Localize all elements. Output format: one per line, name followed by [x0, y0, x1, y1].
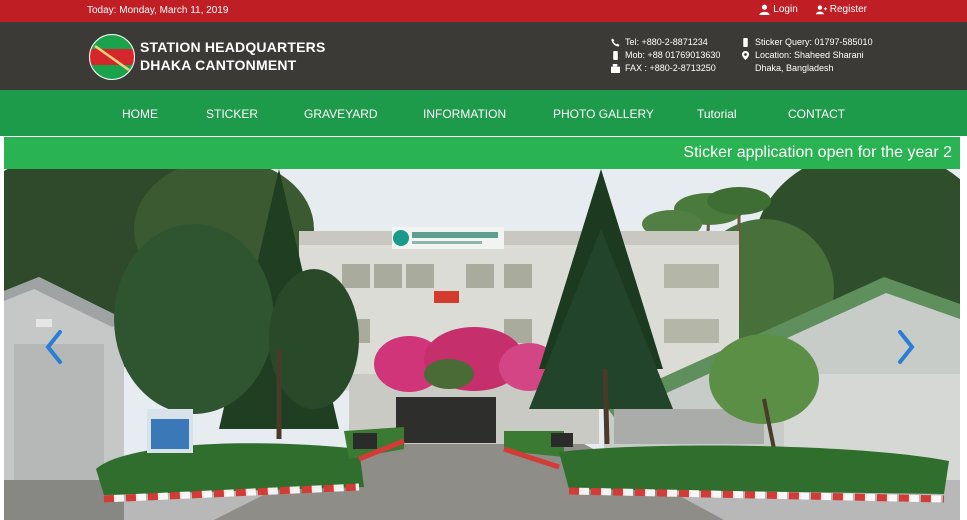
announcement-ticker[interactable]: Sticker application open for the year 2 — [4, 137, 960, 169]
slider-next-button[interactable] — [896, 329, 916, 365]
ticker-text: Sticker application open for the year 2 — [683, 144, 952, 161]
nav-home[interactable]: HOME — [122, 107, 158, 121]
sticker-query-row: Sticker Query: 01797-585010 — [741, 36, 873, 49]
contact-phones: Tel: +880-2-8871234 Mob: +88 01769013630… — [611, 36, 720, 75]
location-row: Location: Shaheed Sharani — [741, 49, 873, 62]
user-plus-icon — [815, 5, 827, 15]
fax-row: FAX : +880-2-8713250 — [611, 62, 720, 75]
mobile-icon — [743, 38, 748, 47]
contact-location: Sticker Query: 01797-585010 Location: Sh… — [741, 36, 873, 75]
user-icon — [759, 4, 770, 15]
nav-sticker[interactable]: STICKER — [206, 107, 258, 121]
auth-links: Login Register — [759, 4, 867, 15]
current-date: Today: Monday, March 11, 2019 — [87, 5, 229, 16]
chevron-left-icon — [45, 330, 62, 364]
site-title-line1: STATION HEADQUARTERS — [140, 39, 326, 55]
register-link[interactable]: Register — [815, 4, 867, 15]
map-pin-icon — [741, 51, 750, 60]
phone-icon — [611, 38, 620, 47]
fax-icon — [611, 64, 620, 73]
login-label: Login — [773, 4, 798, 15]
tel-row: Tel: +880-2-8871234 — [611, 36, 720, 49]
slider-prev-button[interactable] — [44, 329, 64, 365]
chevron-right-icon — [898, 330, 915, 364]
location-line2: Dhaka, Bangladesh — [755, 63, 834, 73]
nav-information[interactable]: INFORMATION — [423, 107, 506, 121]
mob-row: Mob: +88 01769013630 — [611, 49, 720, 62]
register-label: Register — [829, 4, 867, 15]
hero-slider[interactable] — [4, 169, 960, 520]
mobile-icon — [613, 51, 618, 60]
site-header: STATION HEADQUARTERS DHAKA CANTONMENT Te… — [0, 22, 967, 90]
fax-text: FAX : +880-2-8713250 — [625, 63, 716, 73]
mob-text: Mob: +88 01769013630 — [625, 50, 721, 60]
main-nav: HOME STICKER GRAVEYARD INFORMATION PHOTO… — [0, 90, 967, 136]
nav-graveyard[interactable]: GRAVEYARD — [304, 107, 378, 121]
nav-photo-gallery[interactable]: PHOTO GALLERY — [553, 107, 654, 121]
sticker-query-text: Sticker Query: 01797-585010 — [755, 37, 873, 47]
top-bar: Today: Monday, March 11, 2019 Login Regi… — [0, 0, 967, 22]
site-title: STATION HEADQUARTERS DHAKA CANTONMENT — [140, 38, 325, 74]
location-line1: Location: Shaheed Sharani — [755, 50, 864, 60]
nav-contact[interactable]: CONTACT — [788, 107, 845, 121]
tel-text: Tel: +880-2-8871234 — [625, 37, 708, 47]
login-link[interactable]: Login — [759, 4, 798, 15]
site-title-line2: DHAKA CANTONMENT — [140, 57, 297, 73]
location-row-2: Dhaka, Bangladesh — [741, 62, 873, 75]
station-logo[interactable] — [89, 34, 135, 80]
nav-tutorial[interactable]: Tutorial — [697, 107, 737, 121]
hero-slide-image — [4, 169, 960, 520]
